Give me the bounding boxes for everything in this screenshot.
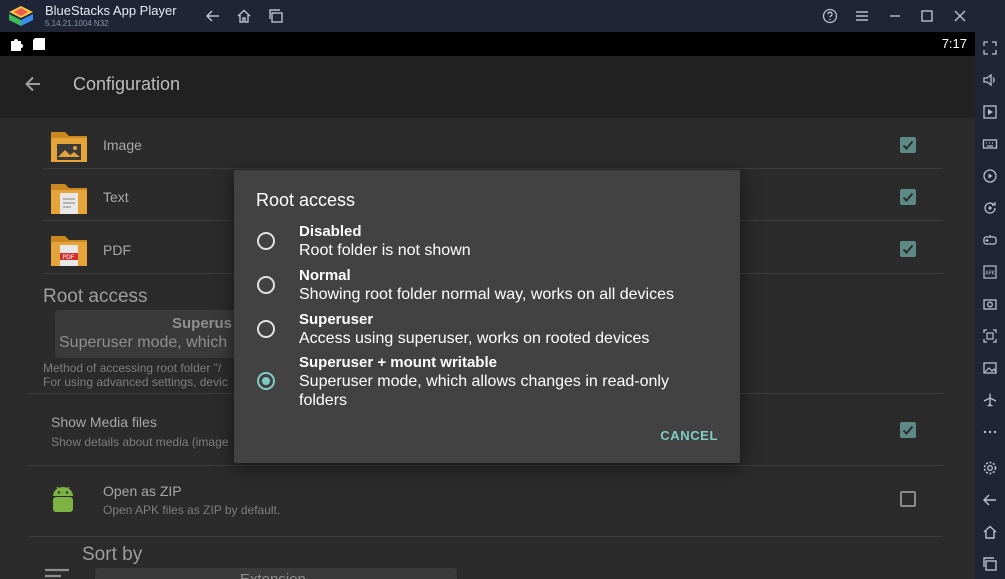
- close-icon[interactable]: [950, 6, 970, 26]
- macro-icon[interactable]: [981, 167, 999, 185]
- home-icon[interactable]: [234, 6, 254, 26]
- minimize-icon[interactable]: [885, 6, 905, 26]
- screen-record-icon[interactable]: [981, 327, 999, 345]
- keyboard-icon[interactable]: [981, 135, 999, 153]
- back-icon[interactable]: [203, 6, 223, 26]
- app-name: BlueStacks App Player: [45, 3, 177, 18]
- cancel-button[interactable]: CANCEL: [660, 428, 718, 443]
- option-desc: Root folder is not shown: [299, 242, 471, 259]
- option-title: Superuser + mount writable: [299, 354, 497, 371]
- root-access-dialog: Root access Disabled Root folder is not …: [234, 170, 740, 463]
- settings-gear-icon[interactable]: [981, 459, 999, 477]
- maximize-icon[interactable]: [917, 6, 937, 26]
- gamepad-icon[interactable]: [981, 231, 999, 249]
- more-icon[interactable]: [981, 423, 999, 441]
- media-play-icon[interactable]: [981, 103, 999, 121]
- dialog-title: Root access: [256, 190, 356, 210]
- option-superuser[interactable]: Superuser Access using superuser, works …: [234, 310, 740, 350]
- android-home-icon[interactable]: [981, 523, 999, 541]
- bluestacks-logo-icon: [9, 6, 33, 26]
- android-recents-icon[interactable]: [981, 555, 999, 573]
- android-screen: 7:17 Configuration Image Text PDF PDF Ro…: [0, 32, 975, 579]
- help-icon[interactable]: [820, 6, 840, 26]
- option-title: Normal: [299, 267, 351, 284]
- side-toolbar: APK: [975, 32, 1005, 579]
- recent-apps-icon[interactable]: [266, 6, 286, 26]
- android-back-icon[interactable]: [981, 491, 999, 509]
- option-superuser-mount-writable[interactable]: Superuser + mount writable Superuser mod…: [234, 353, 740, 413]
- radio-button[interactable]: [257, 276, 275, 294]
- svg-text:APK: APK: [985, 271, 995, 277]
- fullscreen-icon[interactable]: [981, 39, 999, 57]
- sync-icon[interactable]: [981, 199, 999, 217]
- option-normal[interactable]: Normal Showing root folder normal way, w…: [234, 266, 740, 306]
- radio-button[interactable]: [257, 232, 275, 250]
- apk-install-icon[interactable]: APK: [981, 263, 999, 281]
- option-title: Disabled: [299, 223, 362, 240]
- bluestacks-window: BlueStacks App Player 5.14.21.1004 N32 A…: [0, 0, 1005, 579]
- option-desc: Superuser mode, which allows changes in …: [299, 373, 669, 409]
- radio-button[interactable]: [257, 320, 275, 338]
- volume-icon[interactable]: [981, 71, 999, 89]
- menu-icon[interactable]: [852, 6, 872, 26]
- radio-button-selected[interactable]: [257, 372, 275, 390]
- option-desc: Showing root folder normal way, works on…: [299, 286, 674, 303]
- title-bar: BlueStacks App Player 5.14.21.1004 N32: [0, 0, 1005, 32]
- airplane-icon[interactable]: [981, 391, 999, 409]
- option-desc: Access using superuser, works on rooted …: [299, 330, 650, 347]
- screenshot-icon[interactable]: [981, 295, 999, 313]
- option-disabled[interactable]: Disabled Root folder is not shown: [234, 222, 740, 262]
- option-title: Superuser: [299, 311, 374, 328]
- app-version: 5.14.21.1004 N32: [45, 19, 109, 28]
- media-folder-icon[interactable]: [981, 359, 999, 377]
